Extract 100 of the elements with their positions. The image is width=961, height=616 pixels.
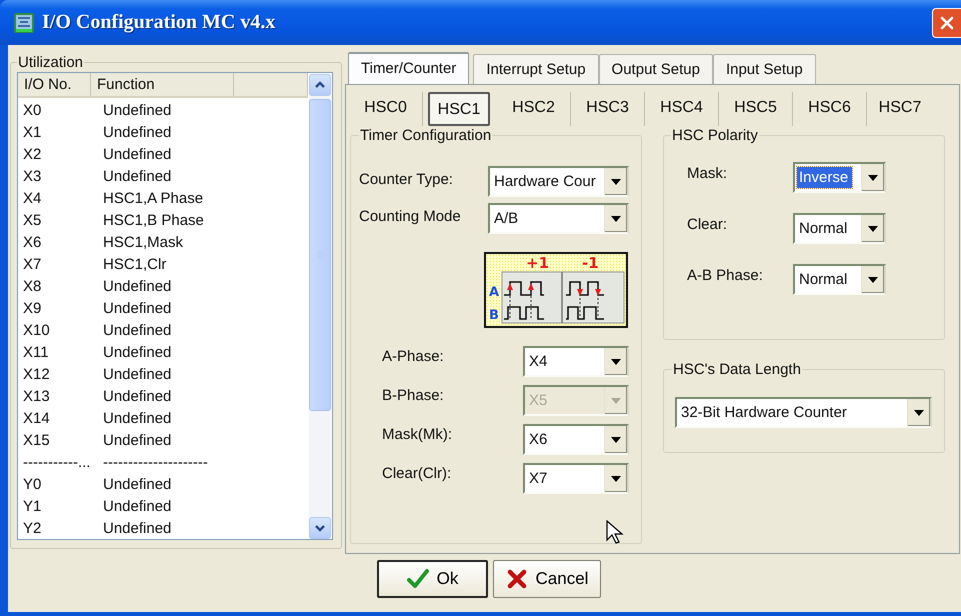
- table-cell-text: X7: [22, 255, 42, 275]
- table-cell-text: X0: [22, 101, 42, 121]
- table-cell-text: Undefined: [103, 387, 172, 407]
- scroll-down-button[interactable]: [309, 517, 331, 539]
- tab[interactable]: HSC7: [867, 92, 933, 126]
- caret-icon: [914, 410, 924, 416]
- tab[interactable]: HSC0: [349, 92, 423, 126]
- tab[interactable]: Interrupt Setup: [473, 54, 599, 84]
- group-title: Timer Configuration: [359, 127, 492, 144]
- table-cell-text: Undefined: [103, 277, 172, 297]
- table-cell-text: HSC1,Clr: [103, 255, 168, 275]
- app-icon: [13, 12, 35, 34]
- tab[interactable]: HSC2: [497, 92, 571, 126]
- cancel-button[interactable]: Cancel: [493, 560, 601, 598]
- caret-icon: [868, 174, 878, 180]
- increment-label: +1: [526, 254, 550, 272]
- table-cell-text: Undefined: [103, 123, 172, 143]
- field-label: B-Phase:: [381, 386, 445, 404]
- dropdown-arrow-button[interactable]: [604, 168, 627, 195]
- table-cell-text: X8: [22, 277, 42, 297]
- dropdown[interactable]: Hardware Cour: [488, 166, 629, 197]
- scrollbar-thumb[interactable]: [309, 99, 331, 411]
- tab[interactable]: HSC4: [645, 92, 719, 126]
- table-cell-text: X2: [22, 145, 42, 165]
- decrement-label: -1: [582, 254, 599, 272]
- table-cell-text: X14: [22, 409, 51, 429]
- field-label: Clear:: [687, 215, 728, 233]
- table-cell-text: X5: [22, 211, 42, 231]
- group-title: HSC's Data Length: [672, 361, 802, 378]
- dropdown[interactable]: Normal: [793, 264, 886, 295]
- caret-icon: [611, 398, 621, 404]
- field-label: Counting Mode: [359, 207, 462, 225]
- table-cell-text: X11: [22, 343, 50, 363]
- tab[interactable]: Output Setup: [598, 54, 713, 84]
- table-cell-text: X10: [22, 321, 51, 341]
- dropdown[interactable]: X7: [523, 463, 629, 494]
- dropdown[interactable]: Normal: [793, 213, 886, 244]
- table-cell-text: X15: [22, 431, 51, 451]
- tab[interactable]: HSC1: [428, 92, 490, 126]
- dropdown[interactable]: Inverse: [793, 162, 886, 193]
- tab[interactable]: HSC3: [571, 92, 645, 126]
- dropdown-arrow-button[interactable]: [907, 399, 930, 426]
- table-cell-text: Y0: [22, 475, 42, 495]
- field-label: Counter Type:: [359, 170, 454, 188]
- window-title: I/O Configuration MC v4.x: [42, 11, 276, 34]
- chevron-down-icon: [314, 523, 326, 533]
- dropdown-arrow-button[interactable]: [861, 164, 884, 191]
- table-cell-text: ---------------------: [103, 453, 209, 473]
- caret-icon: [611, 358, 621, 364]
- table-cell-text: -----------...: [22, 453, 92, 473]
- column-header[interactable]: I/O No.: [18, 73, 91, 96]
- table-cell-text: Y2: [22, 519, 42, 539]
- table-cell-text: Undefined: [103, 321, 172, 341]
- table-cell-text: Undefined: [103, 365, 172, 385]
- close-icon: [939, 14, 955, 30]
- group-title: HSC Polarity: [671, 127, 759, 144]
- field-label: A-Phase:: [381, 347, 445, 365]
- ok-button[interactable]: Ok: [377, 560, 488, 598]
- scrollbar[interactable]: [309, 74, 331, 539]
- table-cell-text: Undefined: [103, 497, 172, 517]
- dropdown-arrow-button[interactable]: [861, 215, 884, 242]
- cross-icon: [506, 568, 528, 590]
- table-cell-text: X1: [22, 123, 42, 143]
- table-cell-text: Undefined: [103, 167, 172, 187]
- cursor-icon: [606, 520, 624, 545]
- table-cell-text: Undefined: [103, 299, 172, 319]
- caret-icon: [868, 276, 878, 282]
- table-cell-text: HSC1,A Phase: [103, 189, 204, 209]
- channel-label: B: [489, 308, 499, 323]
- close-button[interactable]: [932, 8, 961, 38]
- dropdown-arrow-button[interactable]: [604, 465, 627, 492]
- table-cell-text: X6: [22, 233, 42, 253]
- field-label: Mask(Mk):: [381, 425, 453, 443]
- chevron-up-icon: [314, 80, 326, 90]
- caret-icon: [611, 216, 621, 222]
- table-cell-text: Undefined: [103, 343, 172, 363]
- dropdown-arrow-button[interactable]: [604, 205, 627, 232]
- field-label: A-B Phase:: [687, 266, 764, 284]
- tab[interactable]: Input Setup: [712, 54, 816, 84]
- table-cell-text: HSC1,B Phase: [103, 211, 205, 231]
- dropdown[interactable]: 32-Bit Hardware Counter: [675, 397, 932, 428]
- field-label: Clear(Clr):: [381, 464, 452, 482]
- table-cell-text: Undefined: [103, 145, 172, 165]
- table-cell-text: Undefined: [103, 101, 172, 121]
- dropdown[interactable]: X4: [523, 346, 629, 377]
- tab[interactable]: HSC5: [719, 92, 793, 126]
- table-cell-text: Y1: [22, 497, 42, 517]
- checkmark-icon: [406, 568, 429, 590]
- table-cell-text: HSC1,Mask: [103, 233, 184, 253]
- dropdown[interactable]: X6: [523, 424, 629, 455]
- dropdown-arrow-button[interactable]: [604, 426, 627, 453]
- scroll-up-button[interactable]: [309, 74, 331, 96]
- tab[interactable]: Timer/Counter: [348, 52, 470, 84]
- dropdown-arrow-button[interactable]: [861, 266, 884, 293]
- tab[interactable]: HSC6: [793, 92, 867, 126]
- dropdown[interactable]: A/B: [488, 203, 629, 234]
- dropdown-arrow-button[interactable]: [604, 348, 627, 375]
- column-header[interactable]: Function: [91, 73, 234, 96]
- table-cell-text: Undefined: [103, 431, 172, 451]
- table-cell-text: X12: [22, 365, 51, 385]
